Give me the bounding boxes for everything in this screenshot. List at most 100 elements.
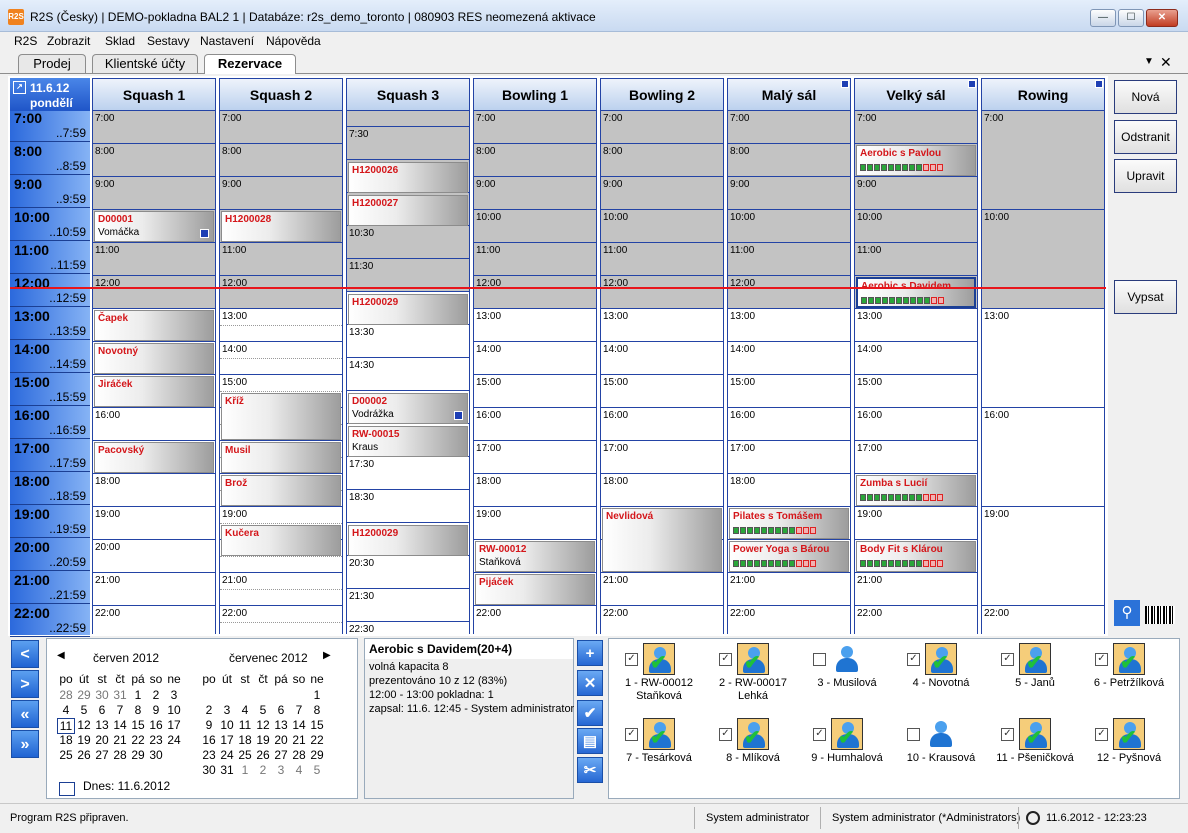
time-slot[interactable]: 9:00 (728, 177, 850, 210)
time-slot[interactable]: 17:00 (855, 441, 977, 474)
column-body[interactable]: 7:00 10:00 13:00 16:00 19:00 22:00 (981, 111, 1105, 634)
day-cell[interactable]: 10 (165, 703, 183, 717)
time-slot[interactable]: 10:00 (601, 210, 723, 243)
time-slot[interactable]: 10:00 (982, 210, 1104, 309)
time-slot[interactable]: 13:00 (474, 309, 596, 342)
time-slot[interactable]: 13:00 (982, 309, 1104, 408)
time-slot[interactable]: 18:30 (347, 490, 469, 523)
day-cell[interactable]: 5 (308, 763, 326, 777)
time-slot[interactable]: 22:00 (601, 606, 723, 634)
time-slot[interactable]: 19:00 (474, 507, 596, 540)
attendee-item[interactable]: ✓ ✔ 1 - RW-00012 Staňková (613, 643, 705, 713)
attendee-item[interactable]: 10 - Krausová (895, 718, 987, 788)
resource-marker-icon[interactable] (1095, 80, 1103, 88)
reservation-block[interactable]: Pilates s Tomášem (729, 508, 849, 539)
day-cell[interactable]: 3 (218, 703, 236, 717)
column-header[interactable]: Rowing (981, 78, 1105, 111)
attendee-checkbox[interactable]: ✓ (1001, 653, 1014, 666)
time-slot[interactable]: 8:00 (220, 144, 342, 177)
reservation-block[interactable]: H1200027 (348, 194, 468, 226)
chevron-down-icon[interactable]: ▼ (1144, 56, 1154, 67)
time-slot[interactable]: 20:00 (93, 540, 215, 573)
time-slot[interactable]: 8:00 (93, 144, 215, 177)
reservation-block[interactable]: Kučera (221, 524, 341, 556)
day-cell[interactable]: 1 (129, 688, 147, 702)
day-cell[interactable]: 4 (57, 703, 75, 717)
day-cell[interactable]: 29 (75, 688, 93, 702)
time-slot[interactable]: 14:00 (601, 342, 723, 375)
day-cell[interactable]: 6 (272, 703, 290, 717)
time-slot[interactable]: 18:00 (601, 474, 723, 507)
next-week-button[interactable]: » (11, 730, 39, 758)
column-body[interactable]: 7:00 9:00 10:00 11:00 13:00 14:00 15:00 16:00 17… (854, 111, 978, 634)
column-body[interactable]: 7:00 8:00 9:00 11:00 12:00 16:00 18:00 19:00 20:… (92, 111, 216, 634)
attendee-checkbox[interactable]: ✓ (719, 728, 732, 741)
day-cell[interactable]: 26 (254, 748, 272, 762)
reservation-block[interactable]: Power Yoga s Bárou (729, 541, 849, 572)
day-cell[interactable]: 15 (129, 718, 147, 732)
time-slot[interactable]: 20:30 (347, 556, 469, 589)
time-slot[interactable]: 16:00 (855, 408, 977, 441)
day-cell[interactable]: 11 (57, 718, 75, 734)
tab-prodej[interactable]: Prodej (18, 54, 86, 73)
day-cell[interactable]: 30 (93, 688, 111, 702)
time-slot[interactable]: 22:00 (220, 606, 342, 634)
day-cell[interactable]: 4 (290, 763, 308, 777)
time-slot[interactable]: 19:00 (982, 507, 1104, 606)
time-slot[interactable]: 16:00 (474, 408, 596, 441)
attendee-item[interactable]: ✓ ✔ 12 - Pyšnová (1083, 718, 1175, 788)
day-cell[interactable]: 20 (272, 733, 290, 747)
column-body[interactable]: 7:00 8:00 9:00 10:00 11:00 12:00 13:00 14:00 15:… (727, 111, 851, 634)
time-slot[interactable]: 9:00 (93, 177, 215, 210)
time-slot[interactable]: 22:00 (93, 606, 215, 634)
day-cell[interactable]: 12 (254, 718, 272, 732)
column-header[interactable]: Squash 2 (219, 78, 343, 111)
day-cell[interactable]: 3 (272, 763, 290, 777)
day-cell[interactable]: 30 (200, 763, 218, 777)
time-slot[interactable]: 15:00 (601, 375, 723, 408)
day-cell[interactable]: 2 (200, 703, 218, 717)
time-slot[interactable]: 18:00 (93, 474, 215, 507)
day-cell[interactable]: 29 (308, 748, 326, 762)
remove-attendee-button[interactable]: ✕ (577, 670, 603, 696)
time-slot[interactable]: 17:00 (728, 441, 850, 474)
attendee-checkbox[interactable]: ✓ (1095, 728, 1108, 741)
prev-day-button[interactable]: < (11, 640, 39, 668)
time-slot[interactable]: 7:00 (855, 111, 977, 144)
day-cell[interactable]: 24 (218, 748, 236, 762)
time-slot[interactable]: 8:00 (474, 144, 596, 177)
confirm-attendee-button[interactable]: ✔ (577, 700, 603, 726)
day-cell[interactable]: 7 (290, 703, 308, 717)
print-button[interactable]: Vypsat (1114, 280, 1177, 314)
prev-week-button[interactable]: « (11, 700, 39, 728)
time-slot[interactable]: 12:00 (601, 276, 723, 309)
day-cell[interactable]: 20 (93, 733, 111, 747)
day-cell[interactable]: 31 (111, 688, 129, 702)
time-slot[interactable]: 11:00 (93, 243, 215, 276)
reservation-block[interactable]: Aerobic s Davidem (856, 277, 976, 308)
time-slot[interactable]: 21:00 (855, 573, 977, 606)
column-header[interactable]: Velký sál (854, 78, 978, 111)
time-slot[interactable]: 12:00 (474, 276, 596, 309)
time-slot[interactable]: 16:00 (93, 408, 215, 441)
day-cell[interactable]: 28 (290, 748, 308, 762)
close-button[interactable]: ✕ (1146, 9, 1178, 27)
next-day-button[interactable]: > (11, 670, 39, 698)
time-slot[interactable]: 15:00 (728, 375, 850, 408)
new-button[interactable]: Nová (1114, 80, 1177, 114)
reservation-block[interactable]: RW-00015 Kraus (348, 425, 468, 457)
delete-button[interactable]: Odstranit (1114, 120, 1177, 154)
day-cell[interactable]: 5 (75, 703, 93, 717)
day-cell[interactable]: 14 (290, 718, 308, 732)
time-slot[interactable]: 16:00 (982, 408, 1104, 507)
column-body[interactable]: 7:00 8:00 9:00 10:00 11:00 12:00 13:00 14:00 15:… (600, 111, 724, 634)
reservation-block[interactable]: H1200029 (348, 293, 468, 325)
day-cell[interactable]: 8 (308, 703, 326, 717)
time-slot[interactable]: 9:00 (601, 177, 723, 210)
time-slot[interactable]: 11:00 (474, 243, 596, 276)
day-cell[interactable]: 18 (57, 733, 75, 747)
day-cell[interactable]: 7 (111, 703, 129, 717)
time-slot[interactable]: 22:00 (855, 606, 977, 634)
day-cell[interactable]: 13 (93, 718, 111, 732)
column-body[interactable]: 7:00 8:00 9:00 10:00 11:00 12:00 13:00 14:00 15:… (473, 111, 597, 634)
